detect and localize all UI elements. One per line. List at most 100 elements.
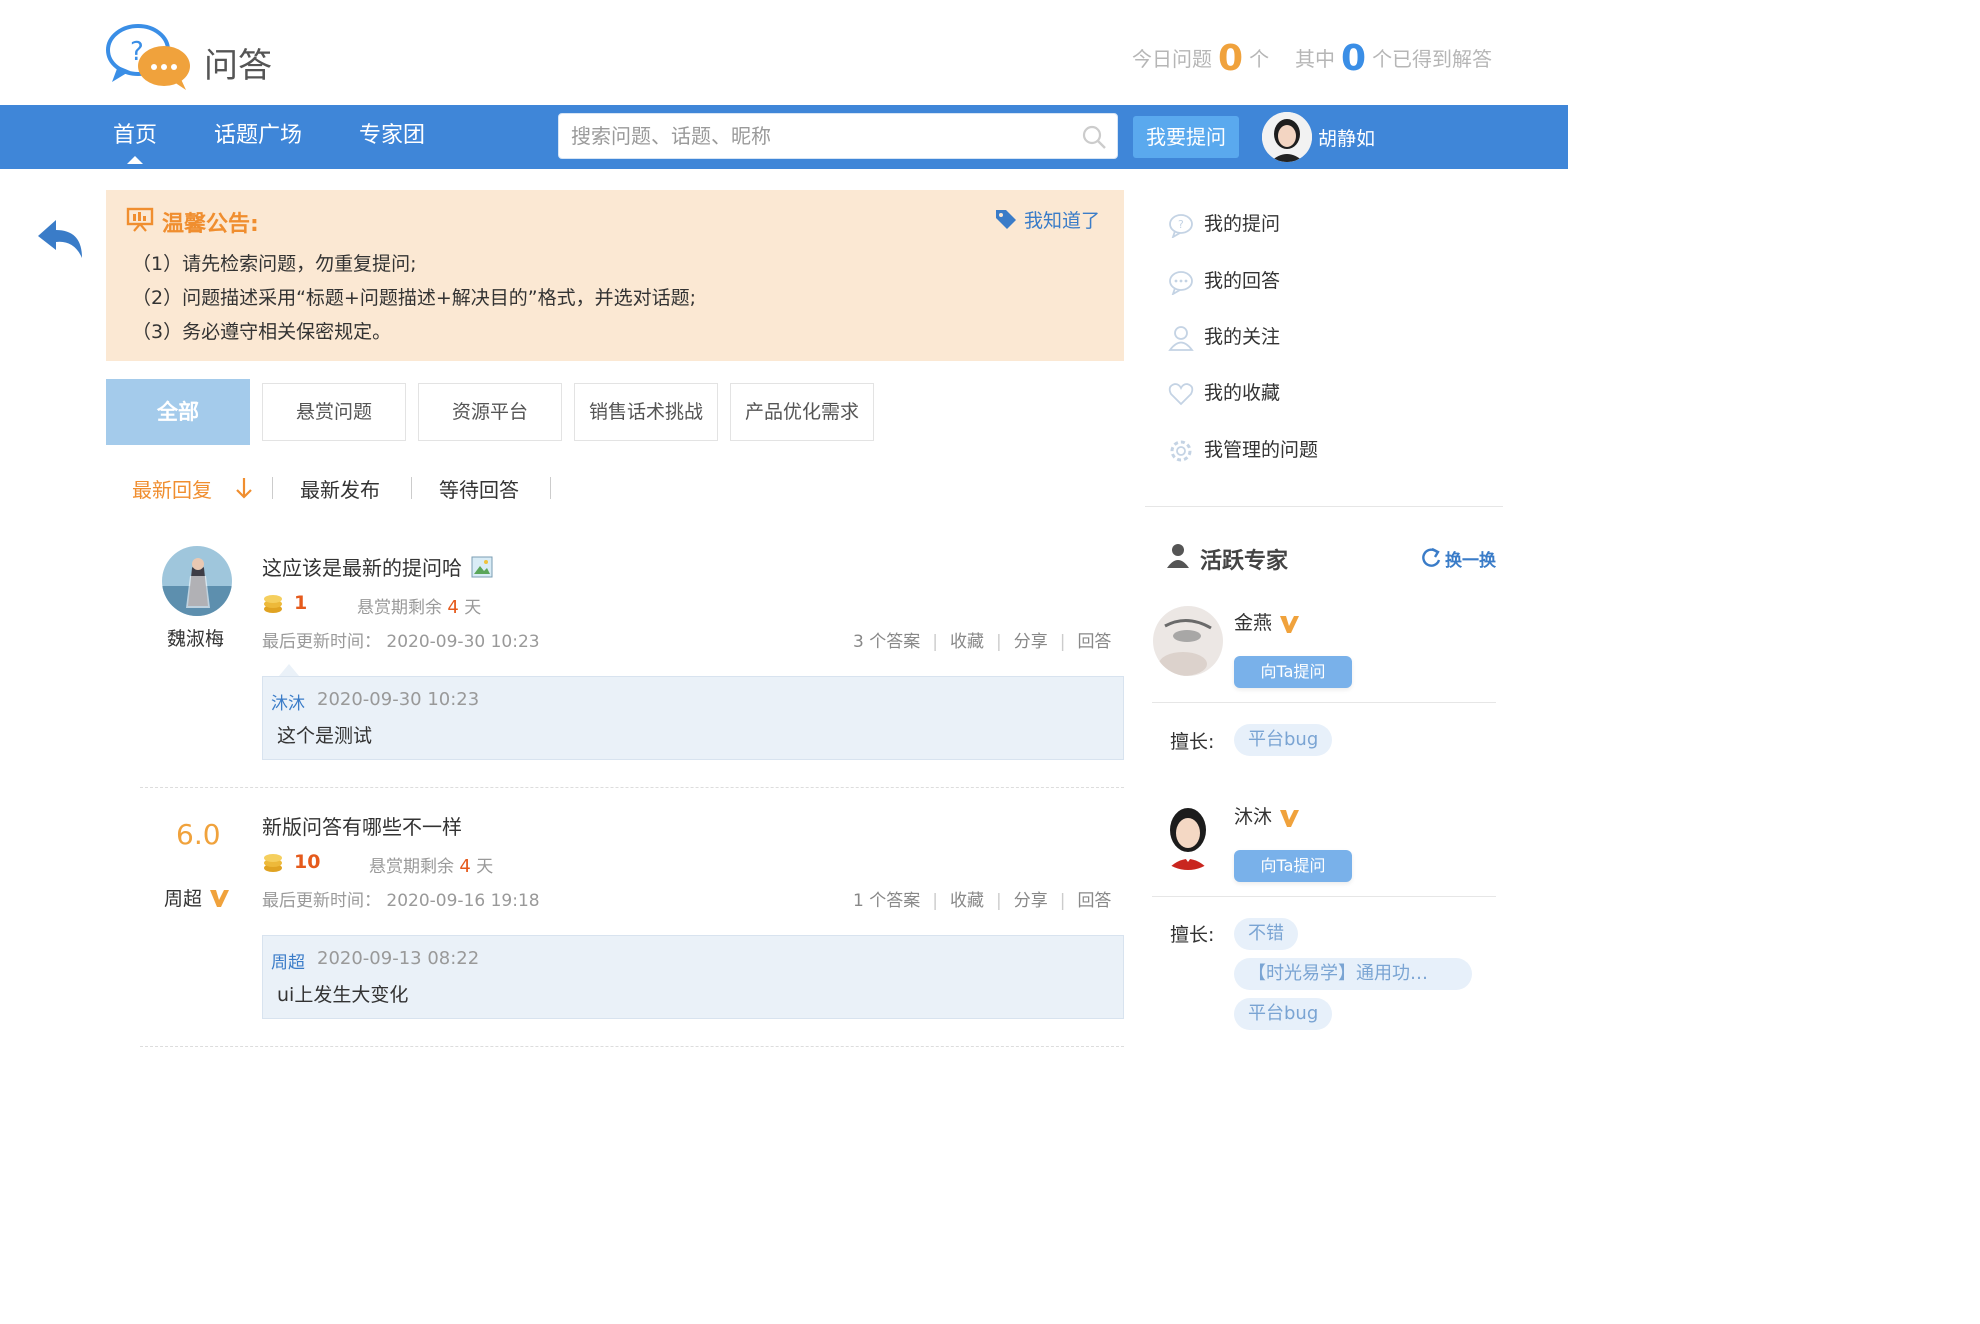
ask-question-button[interactable]: 我要提问	[1133, 116, 1239, 158]
reply-caret	[279, 664, 299, 676]
reward-remain: 悬赏期剩余 4 天	[369, 852, 493, 877]
author-score: 6.0	[176, 818, 221, 851]
question-title[interactable]: 新版问答有哪些不一样	[262, 811, 462, 840]
expert-tag[interactable]: 平台bug	[1234, 724, 1333, 756]
share-link[interactable]: 分享	[1014, 632, 1048, 652]
nav-active-indicator	[127, 156, 143, 164]
app-title: 问答	[204, 46, 272, 86]
reply-link[interactable]: 回答	[1077, 891, 1111, 911]
presentation-icon	[126, 206, 154, 236]
image-icon	[471, 556, 493, 582]
refresh-icon[interactable]	[1420, 546, 1442, 574]
last-updated: 最后更新时间： 2020-09-16 19:18	[262, 891, 540, 911]
reply-text: 这个是测试	[277, 725, 373, 747]
question-title[interactable]: 这应该是最新的提问哈	[262, 552, 462, 581]
sort-latest-post[interactable]: 最新发布	[300, 474, 380, 503]
side-managed-questions[interactable]: 我管理的问题	[1168, 435, 1318, 464]
author-name[interactable]: 魏淑梅	[167, 624, 224, 651]
remain-days: 4	[459, 856, 471, 877]
side-divider	[1145, 506, 1503, 507]
tab-all[interactable]: 全部	[106, 379, 250, 445]
side-label: 我管理的问题	[1204, 439, 1319, 461]
today-stats: 今日问题 0 个	[1132, 38, 1269, 79]
author-name[interactable]: 周超	[164, 884, 202, 911]
back-arrow-icon[interactable]	[34, 214, 88, 266]
expert-avatar[interactable]	[1153, 606, 1223, 676]
sort-separator	[272, 477, 273, 499]
svg-text:?: ?	[1178, 218, 1184, 231]
dismiss-notice-link[interactable]: 我知道了	[1024, 206, 1100, 233]
ask-expert-button[interactable]: 向Ta提问	[1234, 656, 1352, 688]
notice-line-3: （3）务必遵守相关保密规定。	[132, 321, 392, 343]
experts-heading: 活跃专家	[1200, 549, 1289, 574]
today-label: 今日问题	[1132, 47, 1212, 71]
sort-latest-reply[interactable]: 最新回复	[132, 474, 212, 503]
refresh-experts-link[interactable]: 换一换	[1445, 546, 1496, 571]
search-input[interactable]	[559, 114, 1083, 158]
solved-count: 0	[1341, 38, 1367, 79]
remain-unit: 天	[464, 598, 482, 618]
side-label: 我的提问	[1204, 213, 1281, 235]
reply-text: ui上发生大变化	[277, 984, 409, 1006]
reply-author[interactable]: 沐沐	[271, 689, 305, 714]
heart-icon	[1168, 381, 1194, 407]
question-actions: 3 个答案 | 收藏 | 分享 | 回答	[853, 632, 1112, 652]
expert-divider	[1152, 896, 1496, 897]
remain-label: 悬赏期剩余	[369, 857, 454, 877]
question-actions: 1 个答案 | 收藏 | 分享 | 回答	[853, 891, 1112, 911]
user-avatar[interactable]	[1262, 112, 1312, 162]
expert-name[interactable]: 沐沐	[1234, 802, 1272, 829]
good-at-label: 擅长:	[1170, 731, 1215, 753]
side-label: 我的回答	[1204, 270, 1281, 292]
reward-amount: 1	[294, 592, 308, 614]
expert-tag[interactable]: 不错	[1234, 918, 1298, 950]
side-my-answers[interactable]: 我的回答	[1168, 266, 1281, 296]
nav-topic-square[interactable]: 话题广场	[214, 105, 302, 169]
side-label: 我的收藏	[1204, 382, 1281, 404]
answers-count[interactable]: 3 个答案	[853, 632, 920, 652]
remain-unit: 天	[476, 857, 494, 877]
author-name-text: 周超	[164, 888, 203, 910]
good-at-label: 擅长:	[1170, 924, 1215, 946]
answers-count[interactable]: 1 个答案	[853, 891, 920, 911]
tab-product-needs[interactable]: 产品优化需求	[730, 383, 874, 441]
side-my-follows[interactable]: 我的关注	[1168, 322, 1280, 351]
tag-icon	[994, 208, 1018, 234]
reward-amount: 10	[294, 851, 321, 873]
expert-tag[interactable]: 【时光易学】通用功…	[1234, 958, 1472, 990]
reply-time: 2020-09-30 10:23	[317, 689, 480, 710]
reply-time: 2020-09-13 08:22	[317, 948, 480, 969]
last-updated: 最后更新时间： 2020-09-30 10:23	[262, 632, 540, 652]
search-box	[558, 113, 1118, 159]
share-link[interactable]: 分享	[1014, 891, 1048, 911]
question-bubble-icon: ?	[1168, 212, 1194, 239]
side-my-questions[interactable]: ? 我的提问	[1168, 209, 1281, 239]
solved-suffix: 个已得到解答	[1372, 47, 1493, 71]
sort-waiting-answer[interactable]: 等待回答	[439, 474, 519, 503]
author-avatar[interactable]	[162, 546, 232, 616]
expert-tag[interactable]: 平台bug	[1234, 998, 1333, 1030]
coin-icon	[262, 593, 284, 619]
reply-link[interactable]: 回答	[1077, 632, 1111, 652]
nav-expert-team[interactable]: 专家团	[359, 105, 425, 169]
user-icon	[1168, 325, 1194, 351]
remain-days: 4	[447, 597, 459, 618]
favorite-link[interactable]: 收藏	[950, 632, 984, 652]
remain-label: 悬赏期剩余	[357, 598, 442, 618]
latest-reply-box: 沐沐 2020-09-30 10:23 这个是测试	[262, 676, 1124, 760]
tab-reward[interactable]: 悬赏问题	[262, 383, 406, 441]
expert-avatar[interactable]	[1153, 800, 1223, 870]
arrow-down-icon[interactable]	[234, 476, 254, 504]
ask-expert-button[interactable]: 向Ta提问	[1234, 850, 1352, 882]
reply-author[interactable]: 周超	[271, 948, 305, 973]
favorite-link[interactable]: 收藏	[950, 891, 984, 911]
tab-resource[interactable]: 资源平台	[418, 383, 562, 441]
solved-prefix: 其中	[1295, 47, 1335, 71]
user-name[interactable]: 胡静如	[1318, 124, 1375, 151]
search-icon[interactable]	[1081, 124, 1107, 154]
chat-bubble-icon	[1168, 269, 1194, 296]
coin-icon	[262, 852, 284, 878]
expert-name[interactable]: 金燕	[1234, 608, 1272, 635]
side-my-favorites[interactable]: 我的收藏	[1168, 378, 1280, 407]
tab-sales-challenge[interactable]: 销售话术挑战	[574, 383, 718, 441]
